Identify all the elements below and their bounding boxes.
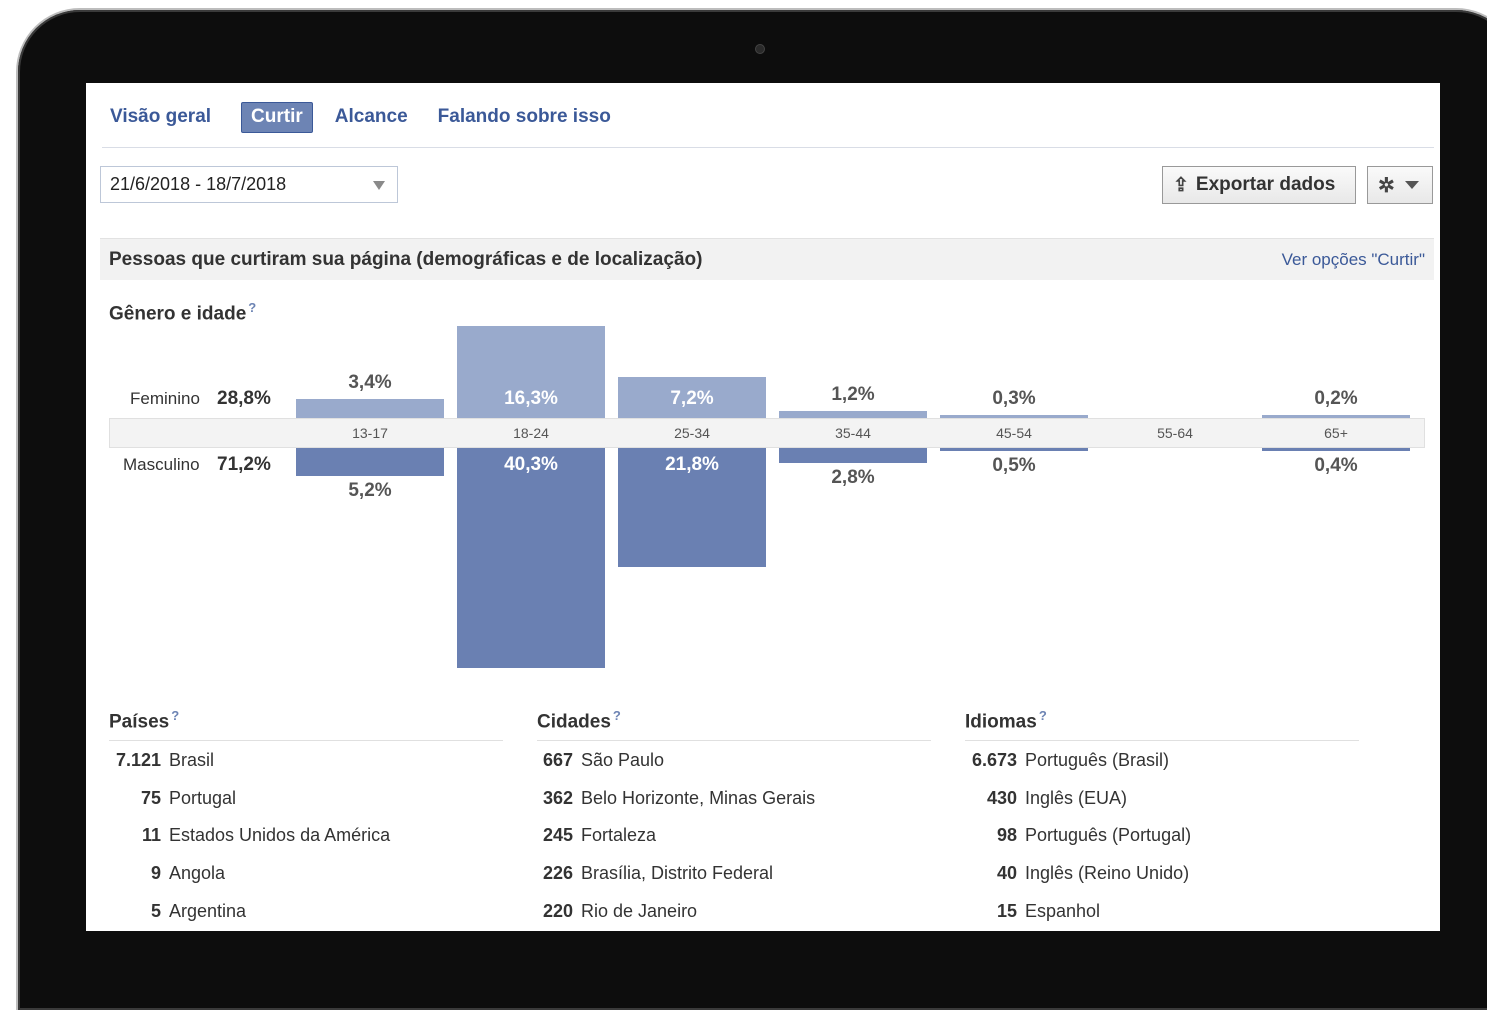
item-name: Português (Brasil) xyxy=(1025,750,1170,770)
female-bar[interactable] xyxy=(1262,415,1410,418)
male-data-label: 40,3% xyxy=(504,454,558,475)
male-label: Masculino xyxy=(123,455,200,474)
male-total: 71,2% xyxy=(217,454,271,475)
gender-age-chart: Feminino 28,8% Masculino 71,2% 13-17 3,4%… xyxy=(86,83,1440,703)
female-data-label: 7,2% xyxy=(670,388,714,409)
male-bar[interactable] xyxy=(940,448,1088,451)
age-tick-label: 45-54 xyxy=(996,425,1032,441)
help-icon[interactable]: ? xyxy=(171,708,179,723)
cities-list-item: 362 Belo Horizonte, Minas Gerais xyxy=(537,788,815,809)
countries-list-item: 75 Portugal xyxy=(109,788,236,809)
countries-list-item: 11 Estados Unidos da América xyxy=(109,825,390,846)
item-name: Estados Unidos da América xyxy=(169,825,391,846)
male-data-label: 0,5% xyxy=(992,455,1036,476)
count-value: 40 xyxy=(996,863,1017,884)
languages-title: Idiomas xyxy=(965,711,1037,733)
female-data-label: 1,2% xyxy=(831,384,875,406)
female-data-label: 0,2% xyxy=(1314,388,1358,409)
female-data-label: 16,3% xyxy=(504,388,558,409)
male-bar[interactable] xyxy=(1262,448,1410,451)
item-name: Inglês (Reino Unido) xyxy=(1025,863,1190,884)
item-name: Brasil xyxy=(169,750,215,770)
item-name: Portugal xyxy=(169,787,237,808)
female-total: 28,8% xyxy=(217,388,271,409)
cities-list-item: 245 Fortaleza xyxy=(537,825,656,846)
countries-title: Países xyxy=(109,711,170,733)
count-value: 75 xyxy=(140,787,161,808)
count-value: 9 xyxy=(150,863,161,884)
item-name: São Paulo xyxy=(581,750,665,770)
count-value: 667 xyxy=(542,750,573,770)
countries-list-item: 9 Angola xyxy=(109,863,225,884)
cities-list-item: 220 Rio de Janeiro xyxy=(537,901,697,922)
count-value: 98 xyxy=(996,825,1017,846)
count-value: 15 xyxy=(996,900,1017,921)
male-data-label: 2,8% xyxy=(831,467,875,489)
count-value: 6.673 xyxy=(971,750,1017,770)
male-data-label: 0,4% xyxy=(1314,455,1358,476)
countries-heading: Países? xyxy=(109,708,179,733)
help-icon[interactable]: ? xyxy=(1039,708,1047,723)
age-tick-label: 35-44 xyxy=(835,425,871,441)
age-tick-label: 25-34 xyxy=(674,425,710,441)
count-value: 11 xyxy=(141,825,161,846)
item-name: Espanhol xyxy=(1025,900,1101,921)
item-name: Inglês (EUA) xyxy=(1025,787,1128,808)
countries-divider xyxy=(109,740,503,741)
languages-list-item: 98 Português (Portugal) xyxy=(965,825,1191,846)
item-name: Angola xyxy=(169,863,226,884)
cities-heading: Cidades? xyxy=(537,708,621,733)
male-bar[interactable] xyxy=(296,448,444,477)
countries-list-item: 7.121 Brasil xyxy=(109,750,214,771)
female-label: Feminino xyxy=(130,389,200,408)
item-name: Rio de Janeiro xyxy=(581,900,698,921)
languages-list-item: 15 Espanhol xyxy=(965,901,1100,922)
count-value: 362 xyxy=(542,787,573,808)
female-bar[interactable] xyxy=(779,411,927,418)
camera-icon xyxy=(755,44,765,54)
female-bar[interactable] xyxy=(296,398,444,418)
languages-list-item: 6.673 Português (Brasil) xyxy=(965,750,1169,771)
cities-list-item: 226 Brasília, Distrito Federal xyxy=(537,863,773,884)
age-tick-label: 13-17 xyxy=(352,425,388,441)
languages-list-item: 430 Inglês (EUA) xyxy=(965,788,1127,809)
female-bar[interactable] xyxy=(940,415,1088,418)
female-data-label: 0,3% xyxy=(992,388,1036,409)
languages-list-item: 40 Inglês (Reino Unido) xyxy=(965,863,1189,884)
help-icon[interactable]: ? xyxy=(613,708,621,723)
male-bar[interactable] xyxy=(457,448,605,668)
cities-list-item: 667 São Paulo xyxy=(537,750,664,771)
cities-title: Cidades xyxy=(537,711,611,733)
count-value: 430 xyxy=(986,787,1017,808)
languages-divider xyxy=(965,740,1359,741)
age-tick-label: 18-24 xyxy=(513,425,549,441)
count-value: 226 xyxy=(542,863,573,884)
male-data-label: 21,8% xyxy=(665,454,719,475)
languages-heading: Idiomas? xyxy=(965,708,1047,733)
item-name: Belo Horizonte, Minas Gerais xyxy=(581,787,816,808)
count-value: 245 xyxy=(542,825,573,846)
age-tick-label: 55-64 xyxy=(1157,425,1193,441)
count-value: 220 xyxy=(542,900,573,921)
count-value: 7.121 xyxy=(115,750,161,770)
countries-list-item: 5 Argentina xyxy=(109,901,246,922)
item-name: Argentina xyxy=(169,900,247,921)
male-bar[interactable] xyxy=(779,448,927,464)
cities-divider xyxy=(537,740,931,741)
female-data-label: 3,4% xyxy=(348,371,392,393)
item-name: Fortaleza xyxy=(581,825,657,846)
age-tick-label: 65+ xyxy=(1324,425,1348,441)
item-name: Brasília, Distrito Federal xyxy=(581,863,774,884)
count-value: 5 xyxy=(150,900,161,921)
item-name: Português (Portugal) xyxy=(1025,825,1192,846)
insights-screen: Visão geral Curtir Alcance Falando sobre… xyxy=(86,83,1440,931)
male-data-label: 5,2% xyxy=(348,480,392,502)
